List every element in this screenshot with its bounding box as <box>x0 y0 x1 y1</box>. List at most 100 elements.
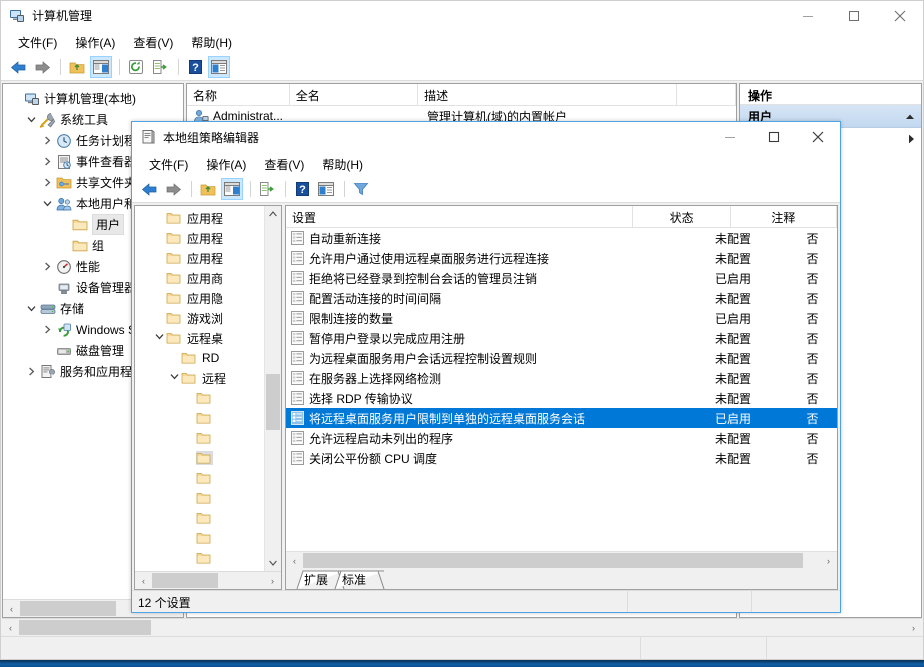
gpedit-minimize-button[interactable] <box>708 122 752 152</box>
scroll-up-button[interactable] <box>265 206 281 222</box>
gpedit-show-hide-console-tree-icon[interactable] <box>221 178 243 200</box>
users-column-header-0[interactable]: 名称 <box>187 84 290 105</box>
tab-extended[interactable]: 扩展 <box>294 570 345 589</box>
chevron-right-icon[interactable] <box>39 154 55 170</box>
gpedit-export-list-icon[interactable] <box>256 178 278 200</box>
gpedit-tree-item-7[interactable]: RD <box>135 348 264 368</box>
main-hscroll-track[interactable] <box>19 620 905 635</box>
gp-hscroll-track[interactable] <box>152 573 264 588</box>
gpedit-tree-item-16[interactable] <box>135 528 264 548</box>
gp-list-hscroll-thumb[interactable] <box>303 553 803 568</box>
gpedit-menu-view[interactable]: 查看(V) <box>255 154 313 175</box>
gpedit-tree-vscrollbar[interactable] <box>264 206 281 571</box>
menu-action[interactable]: 操作(A) <box>66 32 124 53</box>
tree-item-0[interactable]: 计算机管理(本地) <box>7 88 183 109</box>
chevron-up-icon[interactable] <box>905 109 915 123</box>
gpedit-tree-item-6[interactable]: 远程桌 <box>135 328 264 348</box>
gpedit-tree-vscroll-thumb[interactable] <box>266 374 280 430</box>
settings-row[interactable]: 允许用户通过使用远程桌面服务进行远程连接 未配置 否 <box>286 248 837 268</box>
gp-list-hscroll-track[interactable] <box>303 553 820 568</box>
gp-scroll-left-button[interactable]: ‹ <box>135 573 152 588</box>
hscroll-thumb[interactable] <box>20 601 116 616</box>
settings-row[interactable]: 暂停用户登录以完成应用注册 未配置 否 <box>286 328 837 348</box>
settings-row[interactable]: 允许远程启动未列出的程序 未配置 否 <box>286 428 837 448</box>
gpedit-tree-item-15[interactable] <box>135 508 264 528</box>
gpedit-tree-item-8[interactable]: 远程 <box>135 368 264 388</box>
settings-row[interactable]: 为远程桌面服务用户会话远程控制设置规则 未配置 否 <box>286 348 837 368</box>
gpedit-tree-vscroll-track[interactable] <box>265 222 281 555</box>
gpedit-forward-icon[interactable] <box>162 178 184 200</box>
gpedit-tree-item-3[interactable]: 应用商 <box>135 268 264 288</box>
chevron-right-icon[interactable] <box>39 133 55 149</box>
maximize-button[interactable] <box>831 1 877 30</box>
close-button[interactable] <box>877 1 923 30</box>
gpedit-help-icon[interactable]: ? <box>291 178 313 200</box>
main-scroll-left-button[interactable]: ‹ <box>2 620 19 635</box>
chevron-right-icon[interactable] <box>39 259 55 275</box>
settings-column-header-2[interactable]: 注释 <box>731 206 837 227</box>
gpedit-tree-item-0[interactable]: 应用程 <box>135 208 264 228</box>
gpedit-settings-header[interactable]: 设置 状态 注释 <box>286 206 837 228</box>
users-list-header[interactable]: 名称 全名 描述 <box>187 84 736 106</box>
gpedit-tree-item-10[interactable] <box>135 408 264 428</box>
gpedit-maximize-button[interactable] <box>752 122 796 152</box>
minimize-button[interactable] <box>785 1 831 30</box>
settings-row[interactable]: 配置活动连接的时间间隔 未配置 否 <box>286 288 837 308</box>
gpedit-settings-rows[interactable]: 自动重新连接 未配置否允许用户通过使用远程桌面服务进行远程连接 未配置否拒绝将已经登… <box>286 228 837 551</box>
filter-icon[interactable] <box>350 178 372 200</box>
gpedit-settings-hscrollbar[interactable]: ‹ › <box>286 551 837 569</box>
gpedit-tree[interactable]: 应用程 应用程 应用程 应用商 应用隐 游戏浏 远程桌 RD 远程 <box>135 206 264 571</box>
settings-row[interactable]: 选择 RDP 传输协议 未配置 否 <box>286 388 837 408</box>
chevron-right-icon[interactable] <box>23 364 39 380</box>
settings-row[interactable]: 关闭公平份额 CPU 调度 未配置 否 <box>286 448 837 468</box>
gpedit-tree-item-1[interactable]: 应用程 <box>135 228 264 248</box>
gpedit-up-folder-icon[interactable] <box>197 178 219 200</box>
export-list-icon[interactable] <box>149 56 171 78</box>
settings-row[interactable]: 在服务器上选择网络检测 未配置 否 <box>286 368 837 388</box>
show-hide-console-tree-icon[interactable] <box>90 56 112 78</box>
users-column-header-2[interactable]: 描述 <box>418 84 677 105</box>
gpedit-tree-item-14[interactable] <box>135 488 264 508</box>
up-folder-icon[interactable] <box>66 56 88 78</box>
settings-column-header-1[interactable]: 状态 <box>633 206 731 227</box>
users-column-header-3[interactable] <box>677 84 736 105</box>
chevron-down-icon[interactable] <box>152 332 166 344</box>
settings-column-header-0[interactable]: 设置 <box>286 206 634 227</box>
menu-file[interactable]: 文件(F) <box>9 32 66 53</box>
gpedit-tree-item-2[interactable]: 应用程 <box>135 248 264 268</box>
gpedit-back-icon[interactable] <box>138 178 160 200</box>
chevron-down-icon[interactable] <box>39 196 55 212</box>
chevron-down-icon[interactable] <box>167 372 181 384</box>
refresh-icon[interactable] <box>125 56 147 78</box>
gp-list-scroll-left-button[interactable]: ‹ <box>286 553 303 568</box>
users-column-header-1[interactable]: 全名 <box>290 84 419 105</box>
settings-row[interactable]: 将远程桌面服务用户限制到单独的远程桌面服务会话 已启用 否 <box>286 408 837 428</box>
gp-scroll-right-button[interactable]: › <box>264 573 281 588</box>
chevron-down-icon[interactable] <box>23 112 39 128</box>
gpedit-menu-action[interactable]: 操作(A) <box>197 154 255 175</box>
gpedit-show-hide-action-pane-icon[interactable] <box>315 178 337 200</box>
gpedit-tree-item-5[interactable]: 游戏浏 <box>135 308 264 328</box>
back-icon[interactable] <box>7 56 29 78</box>
main-scroll-right-button[interactable]: › <box>905 620 922 635</box>
gpedit-menu-help[interactable]: 帮助(H) <box>313 154 372 175</box>
gpedit-tree-item-11[interactable] <box>135 428 264 448</box>
gpedit-tree-hscrollbar[interactable]: ‹ › <box>135 571 281 589</box>
scroll-down-button[interactable] <box>265 555 281 571</box>
settings-row[interactable]: 限制连接的数量 已启用 否 <box>286 308 837 328</box>
forward-icon[interactable] <box>31 56 53 78</box>
gpedit-close-button[interactable] <box>796 122 840 152</box>
gpedit-tree-item-4[interactable]: 应用隐 <box>135 288 264 308</box>
main-hscroll-thumb[interactable] <box>19 620 151 635</box>
main-hscrollbar[interactable]: ‹ › <box>2 618 922 636</box>
gpedit-tree-item-17[interactable] <box>135 548 264 568</box>
gpedit-menu-file[interactable]: 文件(F) <box>140 154 197 175</box>
chevron-right-icon[interactable] <box>908 134 915 147</box>
chevron-right-icon[interactable] <box>39 322 55 338</box>
gpedit-tree-item-13[interactable] <box>135 468 264 488</box>
chevron-down-icon[interactable] <box>23 301 39 317</box>
chevron-right-icon[interactable] <box>39 175 55 191</box>
menu-help[interactable]: 帮助(H) <box>182 32 241 53</box>
tab-standard[interactable]: 标准 <box>332 570 385 589</box>
menu-view[interactable]: 查看(V) <box>124 32 182 53</box>
